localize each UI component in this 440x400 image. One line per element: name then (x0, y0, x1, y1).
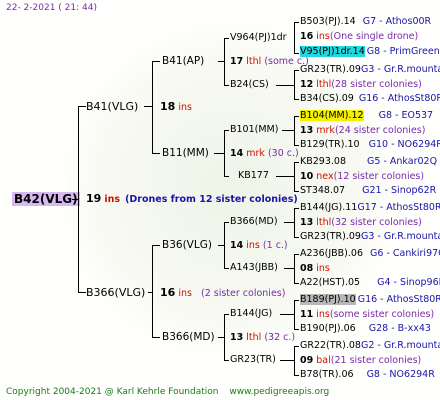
g5-row-9[interactable]: GR23(TR).09G3 - Gr.R.mounta (300, 231, 440, 243)
node-b36-vlg-info: 14 ins (1 c.) (230, 240, 288, 251)
pedigree-chart: 22- 2-2021 ( 21: 44) B42(VLG) 19 ins (Dr… (0, 0, 440, 400)
g5-row-15[interactable]: B78(TR).06 G8 - NO6294R (300, 369, 435, 381)
node-b366-md[interactable]: B366(MD) (162, 331, 215, 343)
copyright-footer: Copyright 2004-2021 @ Karl Kehrle Founda… (6, 387, 330, 397)
date-stamp: 22- 2-2021 ( 21: 44) (6, 3, 97, 13)
node-b41-ap-info: 17 lthl (some c.) (230, 56, 309, 67)
g5-row-7[interactable]: ST348.07 G21 - Sinop62R (300, 185, 436, 197)
node-b41-ap[interactable]: B41(AP) (162, 55, 204, 67)
g5-row-8[interactable]: B144(JG).11G17 - AthosSt80R (300, 202, 440, 214)
g5-gen-2: 13 mrk(24 sister colonies) (300, 125, 426, 136)
node-kb177[interactable]: KB177 (238, 170, 269, 182)
node-b11-mm-info: 14 mrk (30 c.) (230, 148, 299, 159)
node-a143-jbb[interactable]: A143(JBB) (230, 262, 278, 274)
node-b101-mm[interactable]: B101(MM) (230, 124, 278, 136)
node-b36-vlg[interactable]: B36(VLG) (162, 239, 212, 251)
g5-gen-7: 09 bal(21 sister colonies) (300, 355, 422, 366)
node-b41-vlg[interactable]: B41(VLG) (86, 100, 138, 113)
g5-row-1[interactable]: V95(PJ)1dr.14G8 - PrimGreen00 (300, 46, 440, 58)
node-b144-jg[interactable]: B144(JG) (230, 308, 272, 320)
g5-gen-4: 13 lthl(32 sister colonies) (300, 217, 422, 228)
g5-row-12[interactable]: B189(PJ).10 G16 - AthosSt80R (300, 294, 440, 306)
node-v964-pj1dr[interactable]: V964(PJ)1dr (230, 32, 287, 44)
root-node[interactable]: B42(VLG) (12, 192, 80, 206)
g5-gen-0: 16 ins(One single drone) (300, 31, 419, 42)
node-b41-vlg-info: 18 ins (160, 100, 192, 114)
g5-row-6[interactable]: KB293.08 G5 - Ankar02Q (300, 156, 437, 168)
g5-row-10[interactable]: A236(JBB).06 G6 - Cankiri97Q (300, 248, 440, 260)
g5-gen-3: 10 nex(12 sister colonies) (300, 171, 425, 182)
node-b366-md-info: 13 lthl (32 c.) (230, 332, 296, 343)
node-b24-cs[interactable]: B24(CS) (230, 79, 269, 91)
g5-row-11[interactable]: A22(HST).05 G4 - Sinop96R (300, 277, 440, 289)
g5-row-14[interactable]: GR22(TR).08G2 - Gr.R.mounta (300, 340, 440, 352)
node-b366-md-g4[interactable]: B366(MD) (230, 216, 278, 228)
g5-row-5[interactable]: B129(TR).10 G10 - NO6294R (300, 139, 440, 151)
g5-row-4[interactable]: B104(MM).12 G8 - EO537 (300, 110, 433, 122)
root-info: 19 ins (Drones from 12 sister colonies) (86, 192, 298, 206)
g5-row-2[interactable]: GR23(TR).09G3 - Gr.R.mounta (300, 64, 440, 76)
node-gr23-tr[interactable]: GR23(TR) (230, 354, 276, 366)
node-b366-vlg-info: 16 ins (2 sister colonies) (160, 286, 286, 300)
g5-gen-6: 11 ins(some sister colonies) (300, 309, 435, 320)
node-b11-mm[interactable]: B11(MM) (162, 147, 209, 159)
g5-row-3[interactable]: B34(CS).09 G16 - AthosSt80R (300, 93, 440, 105)
g5-gen-5: 08 ins (300, 263, 330, 274)
g5-gen-1: 12 lthl(28 sister colonies) (300, 79, 422, 90)
g5-row-0[interactable]: B503(PJ).14 G7 - Athos00R (300, 16, 431, 28)
website-link[interactable]: www.pedigreeapis.org (229, 387, 329, 397)
node-b366-vlg[interactable]: B366(VLG) (86, 286, 145, 299)
g5-row-13[interactable]: B190(PJ).06 G28 - B-xx43 (300, 323, 431, 335)
